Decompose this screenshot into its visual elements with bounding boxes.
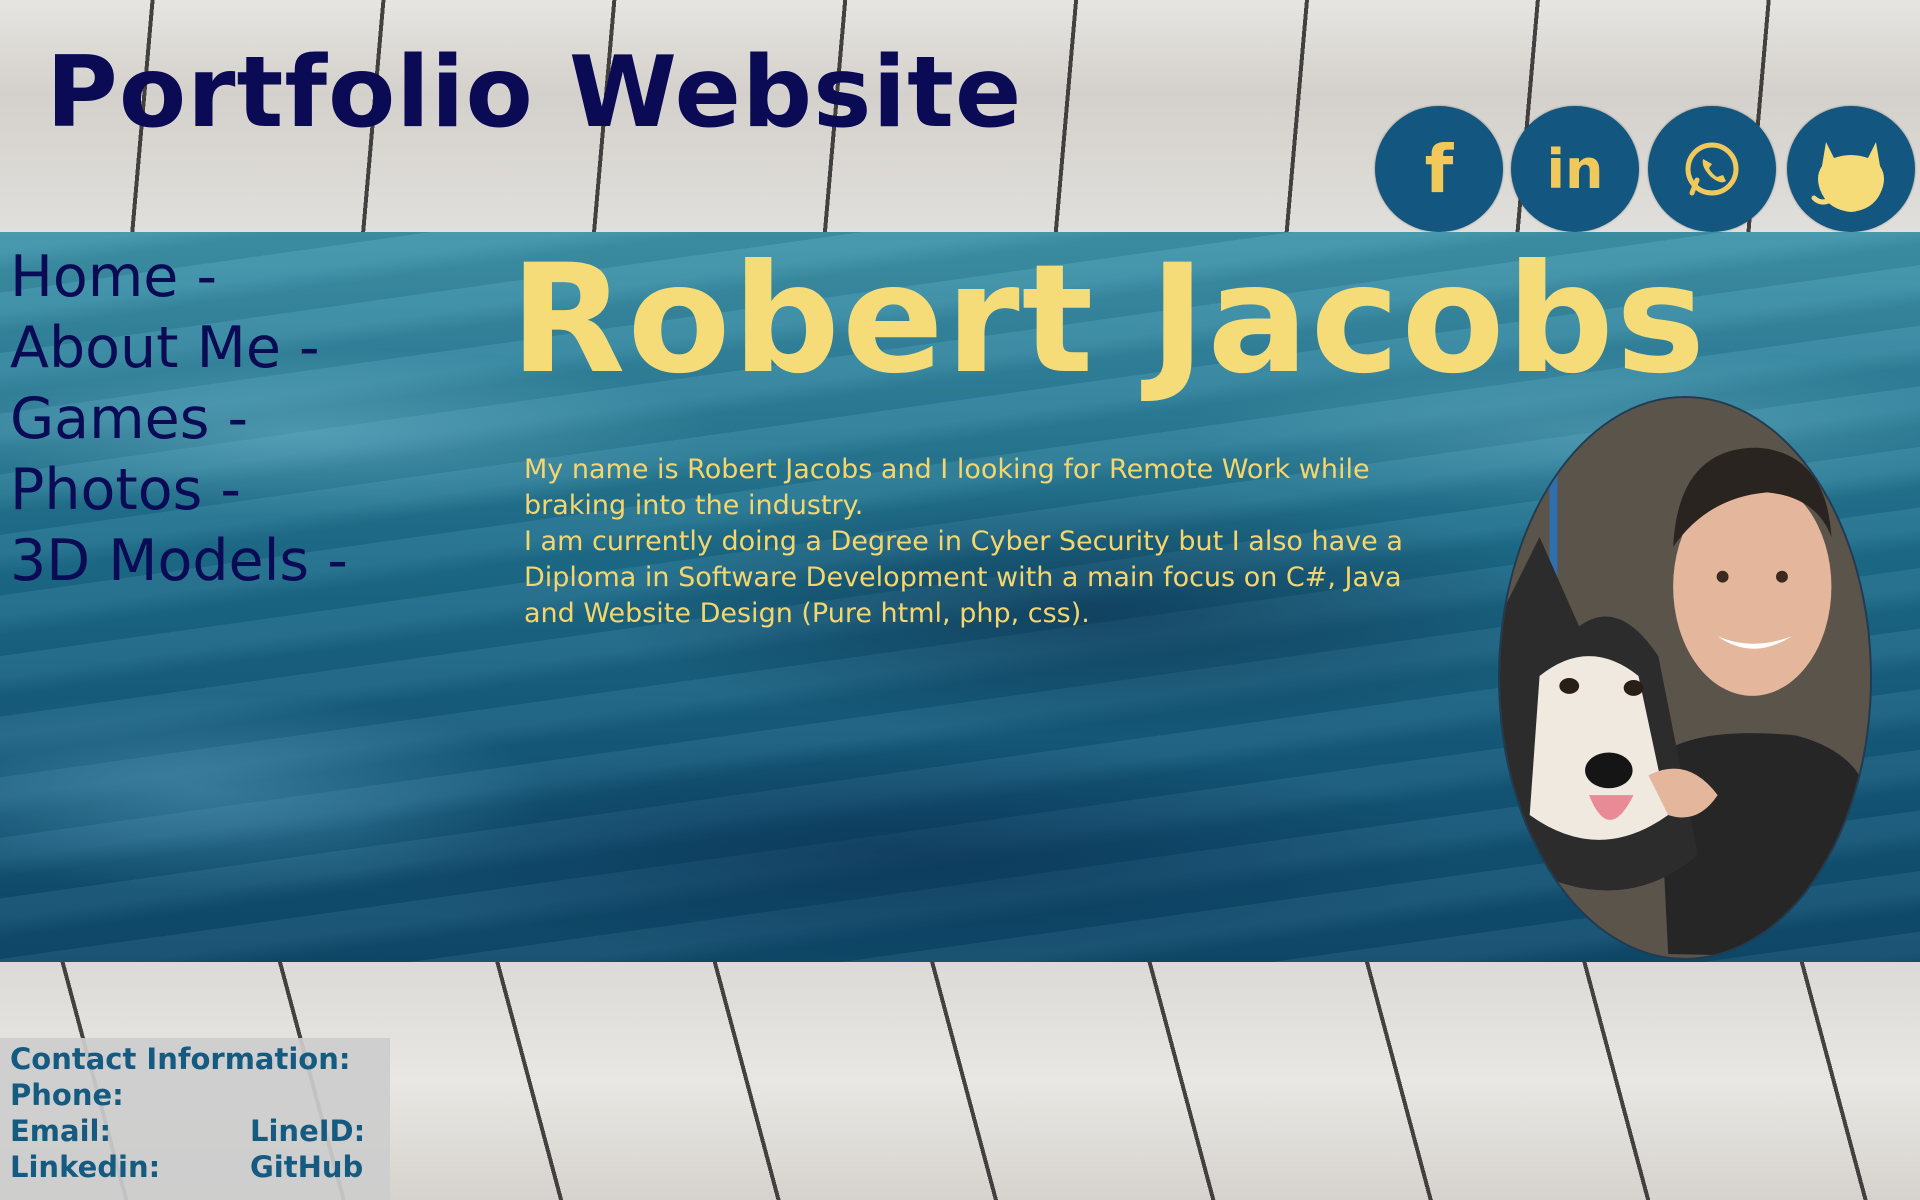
whatsapp-link[interactable] — [1648, 106, 1776, 232]
linkedin-icon: in — [1546, 137, 1604, 201]
linkedin-link[interactable]: in — [1511, 106, 1639, 232]
profile-photo-illustration — [1500, 398, 1870, 958]
contact-email-label: Email: — [10, 1114, 112, 1148]
contact-heading: Contact Information: — [10, 1042, 351, 1076]
profile-photo — [1498, 396, 1872, 960]
contact-linkedin-label: Linkedin: — [10, 1150, 161, 1184]
whatsapp-icon — [1685, 142, 1739, 196]
nav-photos[interactable]: Photos - — [10, 455, 348, 526]
facebook-icon: f — [1424, 130, 1454, 208]
nav-home[interactable]: Home - — [10, 242, 348, 313]
bio-text: My name is Robert Jacobs and I looking f… — [524, 452, 1444, 632]
nav-games[interactable]: Games - — [10, 384, 348, 455]
main-nav: Home - About Me - Games - Photos - 3D Mo… — [10, 242, 348, 597]
nav-3d-models[interactable]: 3D Models - — [10, 526, 348, 597]
github-icon — [1811, 142, 1884, 212]
nav-about-me[interactable]: About Me - — [10, 313, 348, 384]
bio-paragraph-2: I am currently doing a Degree in Cyber S… — [524, 526, 1403, 629]
bio-paragraph-1: My name is Robert Jacobs and I looking f… — [524, 454, 1370, 521]
contact-lineid-label: LineID: — [250, 1114, 366, 1148]
contact-information: Contact Information: Phone: Email: LineI… — [0, 1038, 390, 1200]
page-title: Portfolio Website — [46, 36, 1023, 150]
facebook-link[interactable]: f — [1375, 106, 1503, 232]
github-link[interactable] — [1787, 106, 1915, 232]
hero-name: Robert Jacobs — [510, 233, 1708, 407]
contact-github-label: GitHub — [250, 1150, 364, 1184]
contact-phone-label: Phone: — [10, 1078, 124, 1112]
